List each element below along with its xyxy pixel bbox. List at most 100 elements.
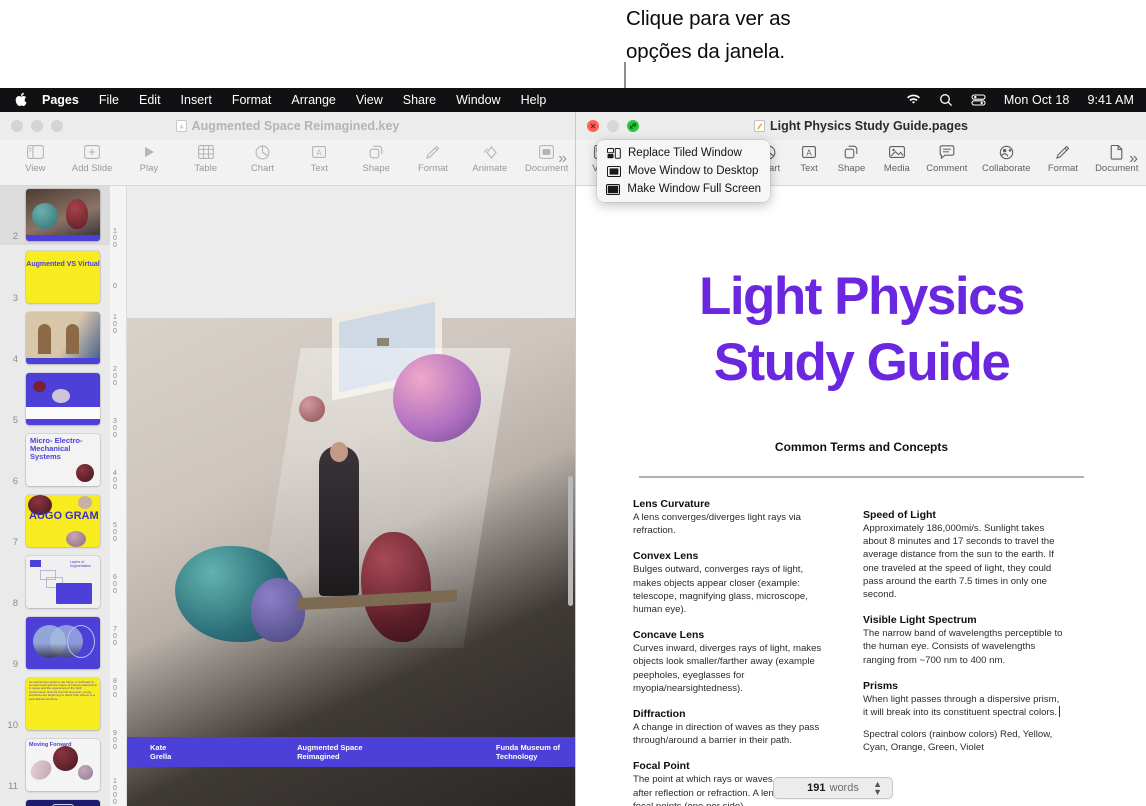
menu-item-view[interactable]: View bbox=[356, 93, 383, 107]
keynote-tool-play-label: Play bbox=[140, 163, 158, 174]
keynote-minimize-button[interactable] bbox=[31, 120, 43, 132]
keynote-slide-canvas[interactable]: Kate Grella Augmented Space Reimagined F… bbox=[127, 186, 575, 806]
word-count-badge[interactable]: 191 words ▲▼ bbox=[773, 777, 893, 799]
pages-document-icon bbox=[754, 120, 765, 132]
slide-thumbnail-title: Micro- Electro- Mechanical Systems bbox=[30, 437, 100, 462]
menu-bar-date[interactable]: Mon Oct 18 bbox=[1004, 93, 1070, 107]
keynote-close-button[interactable] bbox=[11, 120, 23, 132]
menu-bar-time[interactable]: 9:41 AM bbox=[1087, 93, 1134, 107]
pages-toolbar-overflow-icon[interactable]: » bbox=[1129, 150, 1138, 168]
pages-tool-format[interactable]: Format bbox=[1038, 140, 1087, 174]
menu-item-window[interactable]: Window bbox=[456, 93, 500, 107]
slide-thumbnail[interactable] bbox=[26, 312, 100, 364]
menu-bar: Pages File Edit Insert Format Arrange Vi… bbox=[0, 88, 1146, 112]
keynote-tool-add-slide[interactable]: Add Slide bbox=[64, 140, 121, 174]
apple-logo-icon[interactable] bbox=[14, 92, 27, 107]
keynote-tool-chart[interactable]: Chart bbox=[234, 140, 291, 174]
pages-tool-collaborate[interactable]: Collaborate bbox=[974, 140, 1038, 174]
menu-item-make-window-full-screen[interactable]: Make Window Full Screen bbox=[597, 180, 770, 198]
menu-item-format[interactable]: Format bbox=[232, 93, 272, 107]
menu-item-pages[interactable]: Pages bbox=[42, 93, 79, 107]
pages-tool-media[interactable]: Media bbox=[874, 140, 919, 174]
slide-number: 10 bbox=[0, 720, 22, 731]
slide-number: 8 bbox=[0, 598, 22, 609]
keynote-title-bar[interactable]: Augmented Space Reimagined.key bbox=[0, 112, 575, 140]
slide-thumbnail[interactable]: Augmented VS Virtual bbox=[26, 251, 100, 303]
term-heading: Prisms bbox=[863, 680, 1063, 692]
term-heading: Convex Lens bbox=[633, 550, 833, 562]
pages-tool-comment-label: Comment bbox=[926, 163, 967, 174]
slide-thumbnail[interactable]: Layers of Augmentation bbox=[26, 556, 100, 608]
slide-number: 11 bbox=[0, 781, 22, 792]
keynote-tool-shape[interactable]: Shape bbox=[348, 140, 405, 174]
slide-number: 2 bbox=[0, 231, 22, 242]
slide-thumbnail[interactable]: As architecture looks to the future, it … bbox=[26, 678, 100, 730]
keynote-tool-format-label: Format bbox=[418, 163, 448, 174]
keynote-canvas-scrollbar[interactable] bbox=[568, 476, 573, 606]
keynote-tool-chart-label: Chart bbox=[251, 163, 274, 174]
keynote-toolbar-overflow-icon[interactable]: » bbox=[558, 150, 567, 168]
term-heading: Concave Lens bbox=[633, 629, 833, 641]
pages-document-area[interactable]: Light Physics Study Guide Common Terms a… bbox=[576, 186, 1146, 806]
keynote-window-title: Augmented Space Reimagined.key bbox=[0, 119, 575, 133]
menu-item-help[interactable]: Help bbox=[521, 93, 547, 107]
menu-item-insert[interactable]: Insert bbox=[181, 93, 212, 107]
slide-thumbnail[interactable] bbox=[26, 800, 100, 806]
animate-icon bbox=[482, 142, 498, 162]
slide-thumbnail-body: As architecture looks to the future, it … bbox=[29, 681, 97, 701]
keynote-tool-view[interactable]: View bbox=[7, 140, 64, 174]
keynote-tool-view-label: View bbox=[25, 163, 45, 174]
pages-close-button[interactable] bbox=[587, 120, 599, 132]
pages-title-text: Light Physics Study Guide.pages bbox=[770, 119, 968, 133]
control-center-icon[interactable] bbox=[971, 94, 986, 106]
slide-footer-bar: Kate Grella Augmented Space Reimagined F… bbox=[127, 737, 575, 767]
keynote-title-text: Augmented Space Reimagined.key bbox=[192, 119, 400, 133]
keynote-tool-animate[interactable]: Animate bbox=[461, 140, 518, 174]
keynote-zoom-button[interactable] bbox=[51, 120, 63, 132]
keynote-tool-text[interactable]: A Text bbox=[291, 140, 348, 174]
slide-number: 6 bbox=[0, 476, 22, 487]
menu-item-share[interactable]: Share bbox=[403, 93, 436, 107]
stepper-icon[interactable]: ▲▼ bbox=[873, 780, 882, 796]
menu-item-label: Move Window to Desktop bbox=[628, 165, 758, 177]
slide-footer-author: Kate Grella bbox=[150, 743, 179, 761]
term-heading: Lens Curvature bbox=[633, 498, 833, 510]
pages-tool-shape-label: Shape bbox=[838, 163, 865, 174]
keynote-tool-text-label: Text bbox=[311, 163, 328, 174]
pages-minimize-button[interactable] bbox=[607, 120, 619, 132]
keynote-tool-format[interactable]: Format bbox=[405, 140, 462, 174]
term-body: A lens converges/diverges light rays via… bbox=[633, 511, 833, 537]
shape-icon bbox=[369, 142, 384, 162]
term-entry: Lens Curvature A lens converges/diverges… bbox=[633, 498, 833, 537]
menu-item-file[interactable]: File bbox=[99, 93, 119, 107]
callout-line-1: Clique para ver as bbox=[626, 2, 926, 35]
menu-item-edit[interactable]: Edit bbox=[139, 93, 161, 107]
slide-thumbnail[interactable] bbox=[26, 617, 100, 669]
term-body: The narrow band of wavelengths perceptib… bbox=[863, 627, 1063, 667]
menu-item-arrange[interactable]: Arrange bbox=[291, 93, 335, 107]
slide-thumbnail[interactable]: Micro- Electro- Mechanical Systems bbox=[26, 434, 100, 486]
pages-tool-shape[interactable]: Shape bbox=[829, 140, 874, 174]
svg-text:A: A bbox=[806, 148, 812, 157]
keynote-tool-add-slide-label: Add Slide bbox=[72, 163, 113, 174]
slide-thumbnail[interactable]: Moving Forward bbox=[26, 739, 100, 791]
wifi-icon[interactable] bbox=[906, 94, 921, 106]
pages-tool-collaborate-label: Collaborate bbox=[982, 163, 1031, 174]
document-page[interactable]: Light Physics Study Guide Common Terms a… bbox=[576, 186, 1146, 806]
slide-number: 5 bbox=[0, 415, 22, 426]
pages-tool-text[interactable]: A Text bbox=[789, 140, 829, 174]
slide-thumbnail[interactable] bbox=[26, 373, 100, 425]
keynote-slide-navigator[interactable]: 2 3 Augmented VS Virtual 4 bbox=[0, 186, 110, 806]
pages-traffic-lights bbox=[576, 120, 639, 132]
pages-tool-comment[interactable]: Comment bbox=[919, 140, 974, 174]
pages-zoom-button[interactable] bbox=[627, 120, 639, 132]
keynote-tool-play[interactable]: Play bbox=[121, 140, 178, 174]
keynote-tool-table[interactable]: Table bbox=[177, 140, 234, 174]
menu-item-replace-tiled-window[interactable]: Replace Tiled Window bbox=[597, 144, 770, 162]
slide-thumbnail[interactable] bbox=[26, 189, 100, 241]
text-cursor bbox=[1059, 706, 1060, 717]
pages-title-bar[interactable]: Light Physics Study Guide.pages bbox=[576, 112, 1146, 140]
search-icon[interactable] bbox=[939, 93, 953, 107]
menu-item-move-window-to-desktop[interactable]: Move Window to Desktop bbox=[597, 162, 770, 180]
slide-thumbnail[interactable]: AUGO GRAM bbox=[26, 495, 100, 547]
